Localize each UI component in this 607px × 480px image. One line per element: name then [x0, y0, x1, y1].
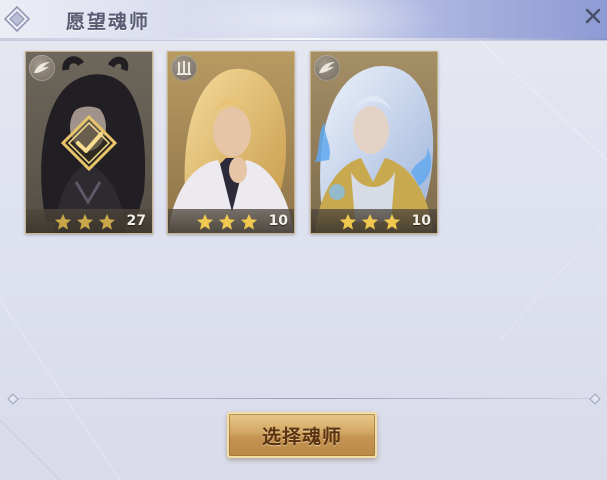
class-badge	[314, 55, 340, 81]
close-icon	[585, 8, 601, 24]
star-rating	[196, 213, 258, 231]
diamond-ornament-icon	[4, 6, 30, 32]
star-icon	[361, 213, 379, 230]
dialog-title: 愿望魂师	[66, 11, 151, 33]
star-icon	[196, 213, 214, 230]
star-icon	[339, 213, 357, 230]
star-icon	[98, 213, 116, 230]
star-rating	[54, 213, 116, 231]
card-footer: 10	[311, 209, 437, 233]
hero-level: 10	[411, 213, 431, 229]
star-icon	[76, 213, 94, 230]
star-icon	[218, 213, 236, 230]
star-rating	[339, 213, 401, 231]
select-hero-button-label: 选择魂师	[261, 425, 342, 448]
wing-icon	[34, 62, 50, 73]
select-hero-button[interactable]: 选择魂师	[227, 412, 377, 458]
hero-card-3[interactable]: 10	[310, 51, 438, 234]
star-icon	[240, 213, 258, 230]
star-icon	[383, 213, 401, 230]
divider-line	[10, 398, 597, 399]
hero-card-1[interactable]: 27	[25, 51, 153, 234]
hero-level: 27	[126, 213, 146, 229]
hero-card-2[interactable]: 10	[167, 51, 295, 234]
selected-check-icon	[60, 114, 118, 172]
card-footer: 27	[26, 209, 152, 233]
close-button[interactable]	[581, 4, 605, 28]
divider-end-right	[589, 393, 601, 405]
class-badge	[29, 55, 55, 81]
class-badge	[171, 55, 197, 81]
dialog-header: 愿望魂师	[0, 0, 607, 41]
card-footer: 10	[168, 209, 294, 233]
star-icon	[54, 213, 72, 230]
divider-end-left	[7, 393, 19, 405]
wing-icon	[319, 62, 335, 73]
hero-level: 10	[268, 213, 288, 229]
tower-icon	[177, 61, 191, 75]
